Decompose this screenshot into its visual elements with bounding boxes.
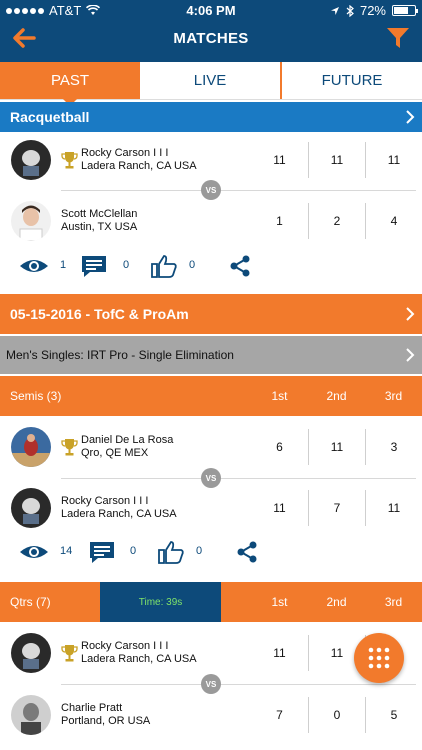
player-name: Daniel De La Rosa (81, 434, 174, 446)
player-avatar (11, 633, 51, 673)
score-game-1: 1 (276, 214, 283, 228)
player-avatar (11, 427, 51, 467)
grid-dots-icon (368, 647, 390, 669)
match-actions: 14 0 0 (0, 537, 422, 567)
score-game-3: 3 (365, 429, 422, 465)
round-label: Qtrs (7) (10, 595, 51, 609)
location-icon (330, 6, 339, 15)
comment-icon[interactable] (88, 540, 116, 564)
tab-live[interactable]: LIVE (140, 62, 280, 99)
game-col-3: 3rd (384, 595, 403, 609)
player-location: Qro, QE MEX (81, 447, 149, 459)
views-eye-icon[interactable] (19, 254, 49, 278)
match-tabs: PAST LIVE FUTURE (0, 62, 422, 106)
row-divider (61, 684, 416, 685)
division-title: Men's Singles: IRT Pro - Single Eliminat… (6, 348, 234, 362)
score-game-3: 4 (365, 203, 422, 239)
comments-count: 0 (130, 545, 137, 557)
event-header[interactable]: 05-15-2016 - TofC & ProAm (0, 294, 422, 334)
score-game-2: 11 (308, 429, 365, 465)
trophy-icon (61, 439, 78, 456)
score-game-3: 11 (365, 142, 422, 178)
match-player-row[interactable]: Rocky Carson I I I Ladera Ranch, CA USA … (0, 479, 422, 537)
score-game-1: 11 (273, 646, 286, 660)
score-game-1: 11 (273, 501, 286, 515)
player-name: Rocky Carson I I I (81, 147, 169, 159)
game-col-1: 1st (271, 595, 288, 609)
filter-icon[interactable] (386, 26, 410, 50)
score-game-3: 5 (365, 697, 422, 733)
trophy-icon (61, 152, 78, 169)
score-game-1: 7 (276, 708, 283, 722)
battery-fill (394, 7, 408, 14)
like-thumb-icon[interactable] (157, 540, 185, 564)
round-header-semis: Semis (3) 1st 2nd 3rd (0, 376, 422, 416)
score-game-2: 2 (308, 203, 365, 239)
player-name: Charlie Pratt (61, 702, 123, 714)
trophy-icon (61, 645, 78, 662)
player-name: Rocky Carson I I I (61, 495, 149, 507)
game-col-1: 1st (271, 389, 288, 403)
views-count: 14 (60, 545, 73, 557)
player-name: Scott McClellan (61, 208, 138, 220)
chevron-right-icon (406, 110, 415, 124)
section-header-racquetball[interactable]: Racquetball (0, 102, 422, 132)
match-timer: Time: 39s (100, 582, 221, 622)
section-title: Racquetball (10, 109, 90, 125)
likes-count: 0 (189, 259, 196, 271)
score-game-3: 11 (365, 490, 422, 526)
bluetooth-icon (346, 4, 354, 17)
player-avatar (11, 695, 51, 735)
score-game-1: 6 (276, 440, 283, 454)
player-location: Ladera Ranch, CA USA (81, 653, 197, 665)
comments-count: 0 (123, 259, 130, 271)
battery-percent: 72% (359, 3, 386, 18)
player-avatar (11, 140, 51, 180)
score-game-2: 11 (308, 142, 365, 178)
battery-icon (392, 5, 418, 16)
game-col-2: 2nd (326, 595, 347, 609)
share-icon[interactable] (229, 254, 251, 278)
chevron-right-icon (406, 348, 415, 362)
match-player-row[interactable]: Charlie Pratt Portland, OR USA 7 0 5 (0, 686, 422, 744)
round-header-qtrs: Qtrs (7) Time: 39s 1st 2nd 3rd (0, 582, 422, 622)
like-thumb-icon[interactable] (150, 254, 178, 278)
row-divider (61, 190, 416, 191)
tab-past[interactable]: PAST (0, 62, 140, 106)
event-title: 05-15-2016 - TofC & ProAm (10, 306, 189, 322)
round-label: Semis (3) (10, 389, 62, 403)
division-header[interactable]: Men's Singles: IRT Pro - Single Eliminat… (0, 336, 422, 374)
player-name: Rocky Carson I I I (81, 640, 169, 652)
game-col-2: 2nd (326, 389, 347, 403)
player-location: Ladera Ranch, CA USA (81, 160, 197, 172)
top-bar: AT&T 4:06 PM 72% MATCHES (0, 0, 422, 62)
score-game-2: 0 (308, 697, 365, 733)
game-col-3: 3rd (384, 389, 403, 403)
likes-count: 0 (196, 545, 203, 557)
views-eye-icon[interactable] (19, 540, 49, 564)
match-player-row[interactable]: Scott McClellan Austin, TX USA 1 2 4 (0, 192, 422, 250)
menu-grid-button[interactable] (354, 633, 404, 683)
chevron-right-icon (406, 307, 415, 321)
score-game-1: 11 (273, 153, 286, 167)
player-location: Austin, TX USA (61, 221, 138, 233)
player-avatar (11, 201, 51, 241)
player-avatar (11, 488, 51, 528)
comment-icon[interactable] (80, 254, 108, 278)
views-count: 1 (60, 259, 67, 271)
match-actions: 1 0 0 (0, 251, 422, 281)
share-icon[interactable] (236, 540, 258, 564)
player-location: Portland, OR USA (61, 715, 151, 727)
player-location: Ladera Ranch, CA USA (61, 508, 177, 520)
score-game-2: 7 (308, 490, 365, 526)
status-bar: AT&T 4:06 PM 72% (0, 0, 422, 22)
page-title: MATCHES (173, 30, 249, 47)
tab-future[interactable]: FUTURE (282, 62, 422, 99)
